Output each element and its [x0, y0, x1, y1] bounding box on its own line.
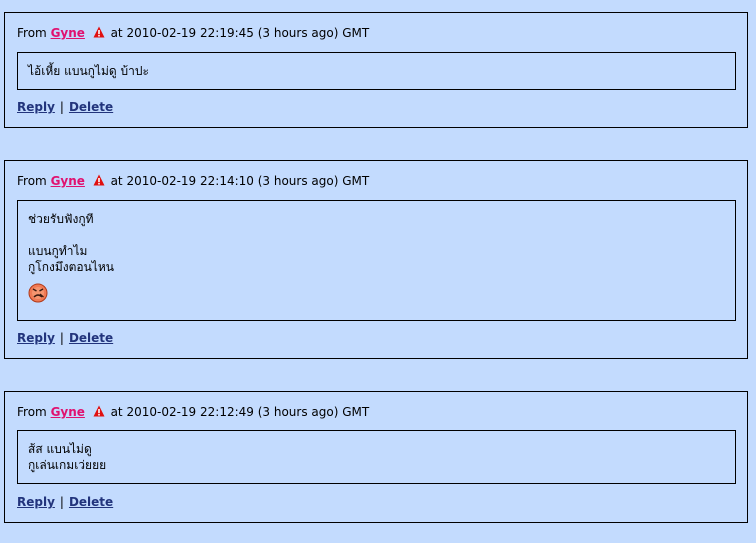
- comment-text-line: แบนกูทำไม: [28, 244, 88, 258]
- delete-link[interactable]: Delete: [69, 100, 113, 114]
- comment-body: ส้ส แบนไม่ดู กูเล่นเกมเว่ยยย: [17, 430, 736, 484]
- comment-header: From Gyne at 2010-02-19 22:14:10 (3 hour…: [17, 174, 369, 189]
- timestamp: at 2010-02-19 22:14:10 (3 hours ago) GMT: [110, 174, 370, 188]
- comment-text-line: [28, 227, 725, 243]
- action-separator: |: [59, 100, 64, 114]
- author-link[interactable]: Gyne: [51, 174, 85, 188]
- comment-header: From Gyne at 2010-02-19 22:19:45 (3 hour…: [17, 26, 369, 41]
- from-label: From: [17, 405, 47, 419]
- warning-icon[interactable]: [93, 26, 105, 38]
- comment-text-line: กูเล่นเกมเว่ยยย: [28, 458, 107, 472]
- comment-body: ช่วยรับฟังกูที แบนกูทำไม กูโกงมึงตอนไหน: [17, 200, 736, 321]
- comment-actions: Reply | Delete: [17, 331, 113, 346]
- comment-actions: Reply | Delete: [17, 495, 113, 510]
- from-label: From: [17, 26, 47, 40]
- action-separator: |: [59, 495, 64, 509]
- timestamp: at 2010-02-19 22:12:49 (3 hours ago) GMT: [110, 405, 370, 419]
- action-separator: |: [59, 331, 64, 345]
- reply-link[interactable]: Reply: [17, 331, 55, 345]
- comment-text-line: กูโกงมึงตอนไหน: [28, 260, 114, 274]
- delete-link[interactable]: Delete: [69, 495, 113, 509]
- reply-link[interactable]: Reply: [17, 100, 55, 114]
- comment-header: From Gyne at 2010-02-19 22:12:49 (3 hour…: [17, 405, 369, 420]
- comment-card: From Gyne at 2010-02-19 22:14:10 (3 hour…: [4, 160, 748, 359]
- from-label: From: [17, 174, 47, 188]
- comment-actions: Reply | Delete: [17, 100, 113, 115]
- comments-page: From Gyne at 2010-02-19 22:19:45 (3 hour…: [0, 0, 756, 543]
- comment-card: From Gyne at 2010-02-19 22:12:49 (3 hour…: [4, 391, 748, 523]
- timestamp: at 2010-02-19 22:19:45 (3 hours ago) GMT: [110, 26, 370, 40]
- author-link[interactable]: Gyne: [51, 26, 85, 40]
- angry-face-emoticon: [28, 283, 48, 303]
- delete-link[interactable]: Delete: [69, 331, 113, 345]
- comment-body: ไอ้เหี้ย แบนกูไม่ดู บ้าปะ: [17, 52, 736, 90]
- author-link[interactable]: Gyne: [51, 405, 85, 419]
- comment-text-line: ส้ส แบนไม่ดู: [28, 442, 92, 456]
- comment-text-line: ไอ้เหี้ย แบนกูไม่ดู บ้าปะ: [28, 64, 149, 78]
- reply-link[interactable]: Reply: [17, 495, 55, 509]
- warning-icon[interactable]: [93, 174, 105, 186]
- comment-text-line: ช่วยรับฟังกูที: [28, 212, 94, 226]
- comment-card: From Gyne at 2010-02-19 22:19:45 (3 hour…: [4, 12, 748, 128]
- warning-icon[interactable]: [93, 405, 105, 417]
